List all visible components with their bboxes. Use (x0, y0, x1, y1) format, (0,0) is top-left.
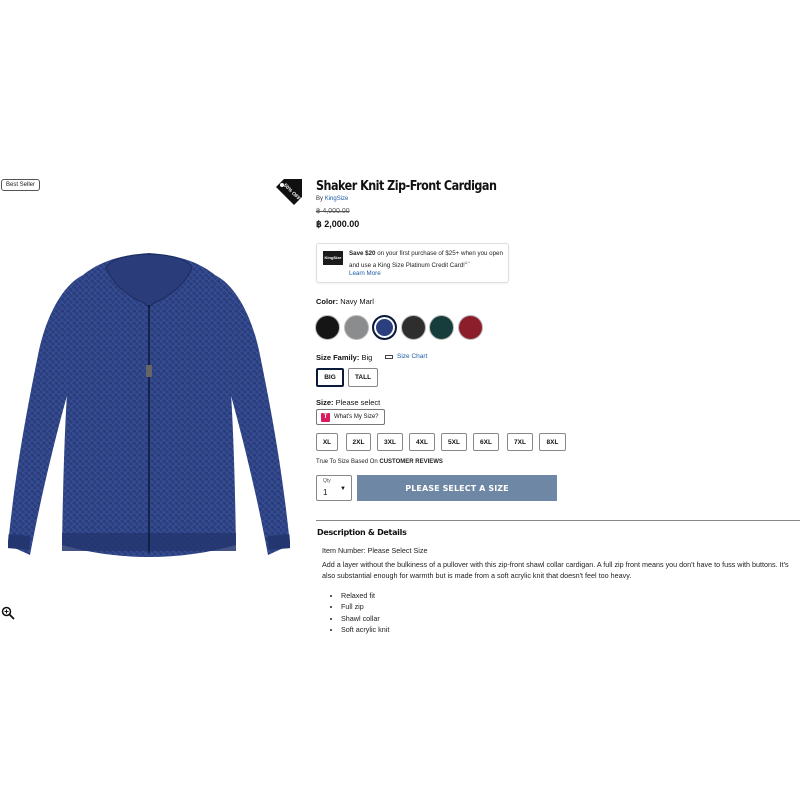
brand-line: By KingSize (316, 196, 348, 202)
brand-prefix: By (316, 196, 324, 202)
original-price: ฿ 4,000.00 (316, 208, 350, 215)
size-option-3xl[interactable]: 3XL (377, 433, 403, 451)
feature-item: Relaxed fit (341, 590, 800, 602)
size-family-label-line: Size Family: Big (316, 353, 372, 362)
description-body: Item Number: Please Select Size Add a la… (322, 545, 800, 636)
size-option-4xl[interactable]: 4XL (409, 433, 435, 451)
whats-my-size-button[interactable]: T What's My Size? (316, 409, 385, 425)
promo-text: Save $20 on your first purchase of $25+ … (349, 249, 505, 270)
color-swatch-charcoal[interactable] (400, 315, 426, 340)
customer-reviews-link[interactable]: CUSTOMER REVIEWS (379, 459, 443, 465)
size-option-8xl[interactable]: 8XL (539, 433, 566, 451)
true-to-size-text: True To Size Based On (316, 459, 378, 465)
item-number: Item Number: Please Select Size (322, 546, 428, 555)
true-fit-icon: T (321, 412, 330, 422)
color-swatch-grey[interactable] (343, 315, 369, 340)
product-image[interactable] (8, 245, 290, 570)
ruler-icon (385, 354, 393, 359)
promo-bold: Save $20 (349, 250, 376, 257)
description-text: Add a layer without the bulkiness of a p… (322, 559, 789, 581)
qty-value: 1 (323, 488, 328, 497)
color-swatch-burgundy[interactable] (457, 315, 483, 340)
feature-item: Shawl collar (341, 613, 800, 625)
add-to-bag-button[interactable]: PLEASE SELECT A SIZE (357, 475, 557, 501)
credit-card-promo: KingSize Save $20 on your first purchase… (316, 243, 509, 283)
divider (316, 520, 800, 521)
size-family-label: Size Family: (316, 353, 360, 362)
feature-item: Full zip (341, 601, 800, 613)
feature-item: Soft acrylic knit (341, 624, 800, 636)
true-to-size-line: True To Size Based On CUSTOMER REVIEWS (316, 459, 443, 465)
size-family-big-button[interactable]: BIG (316, 368, 344, 387)
color-label: Color: (316, 297, 339, 306)
size-option-2xl[interactable]: 2XL (346, 433, 371, 451)
learn-more-link[interactable]: Learn More (349, 270, 381, 277)
brand-link[interactable]: KingSize (325, 196, 349, 202)
color-swatch-navy-marl[interactable] (372, 315, 397, 340)
size-chart-label: Size Chart (397, 353, 428, 360)
best-seller-badge: Best Seller (1, 179, 41, 191)
quantity-select[interactable]: Qty 1 ▼ (316, 475, 352, 501)
color-swatch-black[interactable] (315, 315, 340, 340)
kingsize-card-logo: KingSize (323, 251, 343, 265)
product-title: Shaker Knit Zip-Front Cardigan (316, 179, 497, 194)
zoom-icon[interactable] (1, 606, 15, 620)
size-option-6xl[interactable]: 6XL (473, 433, 499, 451)
whats-my-size-label: What's My Size? (334, 414, 379, 420)
sale-price: ฿ 2,000.00 (316, 219, 360, 229)
qty-label: Qty (323, 478, 331, 484)
size-label: Size: (316, 398, 334, 407)
size-option-7xl[interactable]: 7XL (507, 433, 533, 451)
color-swatch-teal[interactable] (429, 315, 454, 340)
size-family-value: Big (361, 353, 373, 362)
color-swatches (315, 315, 483, 340)
color-label-line: Color: Navy Marl (316, 297, 374, 306)
size-option-xl[interactable]: XL (316, 433, 338, 451)
chevron-down-icon: ▼ (340, 486, 346, 492)
promo-sup: 1,* (464, 260, 470, 265)
size-option-5xl[interactable]: 5XL (441, 433, 467, 451)
size-value: Please select (335, 398, 381, 407)
sale-tag-icon: 50% OFF (276, 179, 302, 205)
size-chart-link[interactable]: Size Chart (385, 353, 427, 360)
feature-list: Relaxed fit Full zip Shawl collar Soft a… (322, 590, 800, 636)
color-value: Navy Marl (340, 297, 374, 306)
size-family-tall-button[interactable]: TALL (348, 368, 378, 387)
description-heading[interactable]: Description & Details (317, 528, 407, 537)
size-label-line: Size: Please select (316, 398, 380, 407)
